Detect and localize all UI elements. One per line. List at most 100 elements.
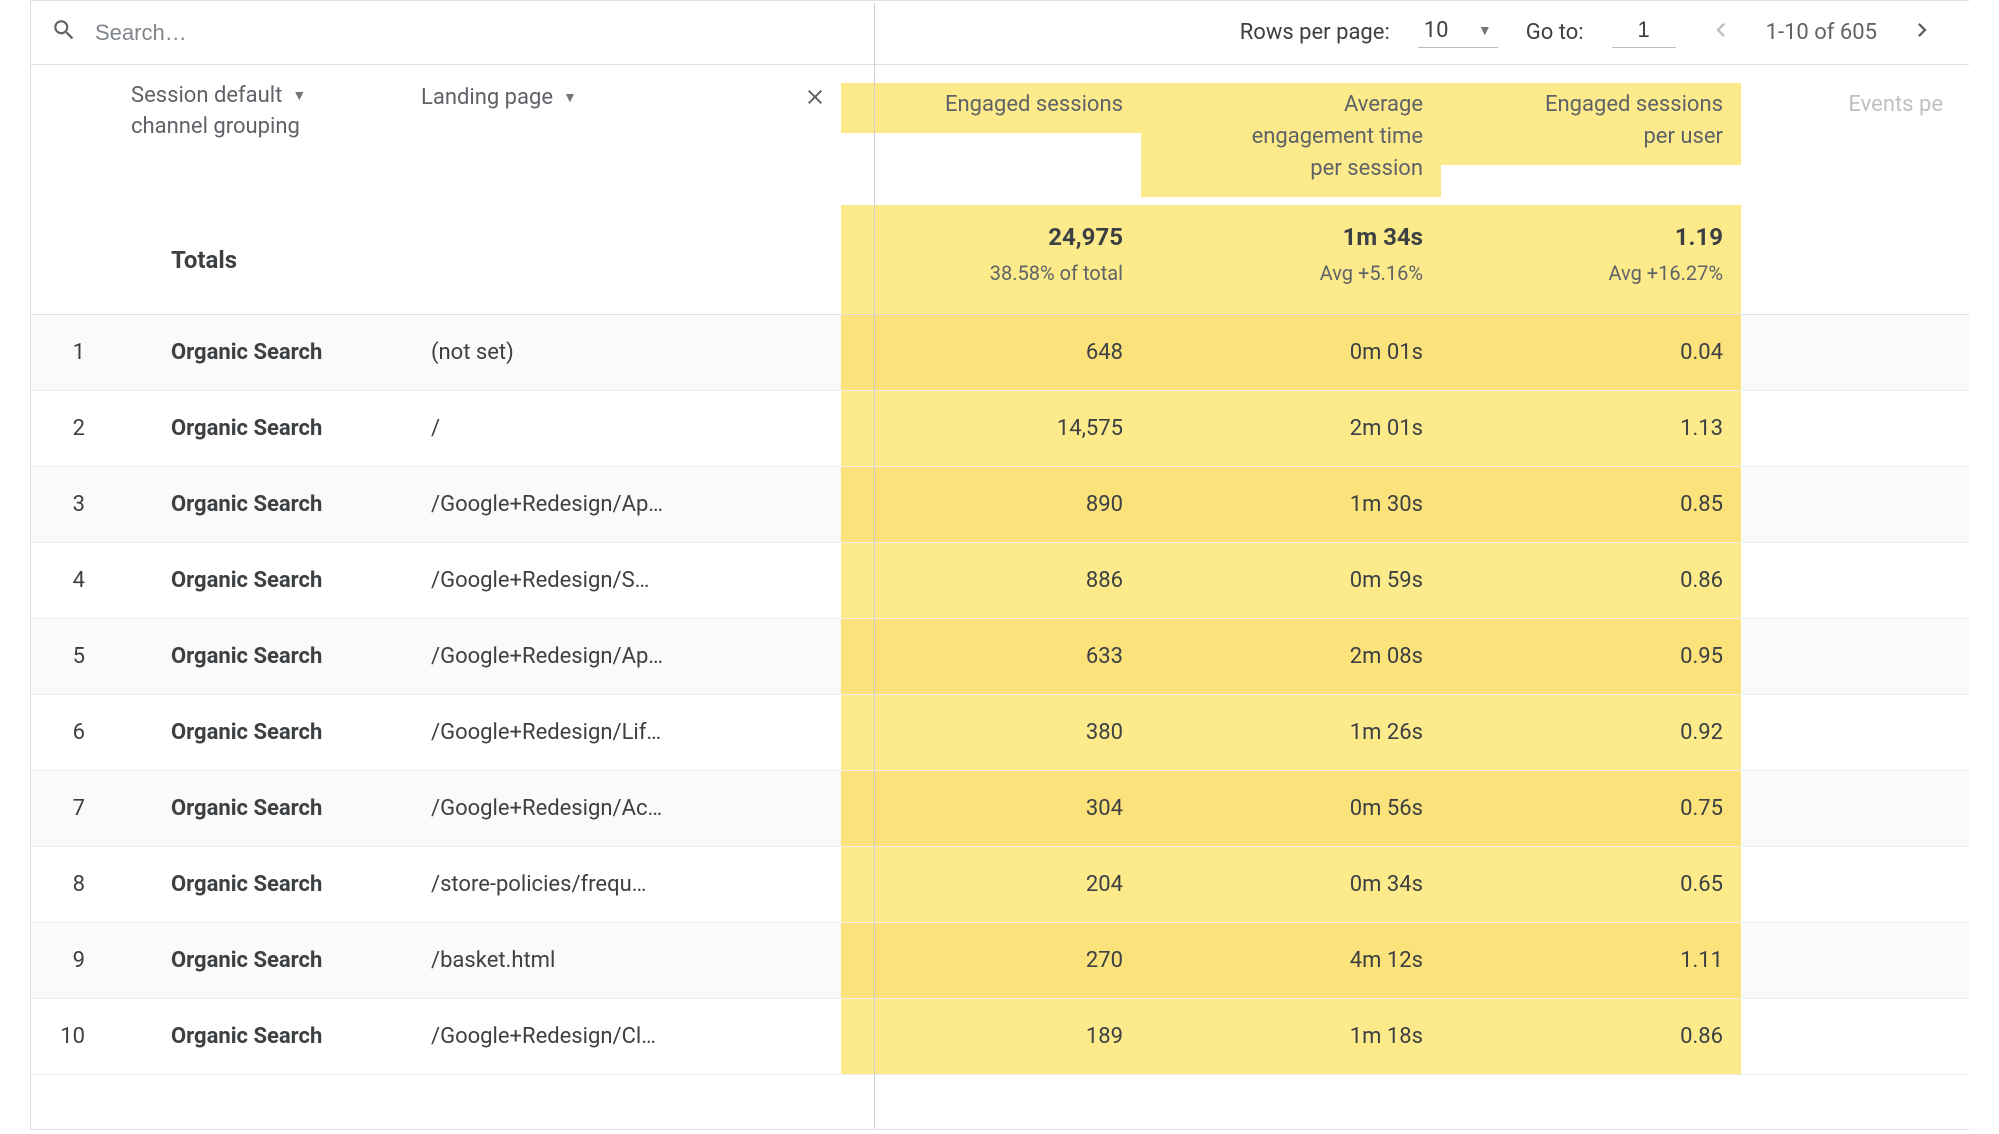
metric-header-engaged-sessions[interactable]: Engaged sessions: [841, 83, 1141, 133]
metric-header-avg-engagement-time[interactable]: Average engagement time per session: [1141, 83, 1441, 197]
row-avg-engagement-time: 1m 30s: [1141, 467, 1441, 542]
row-index: 3: [31, 492, 121, 517]
row-channel: Organic Search: [121, 796, 421, 821]
caret-down-icon: ▼: [1478, 22, 1492, 39]
row-engaged-per-user: 0.86: [1441, 999, 1741, 1074]
row-engaged-per-user: 0.92: [1441, 695, 1741, 770]
table-row[interactable]: 8Organic Search/store-policies/frequ…204…: [31, 847, 1969, 923]
row-avg-engagement-time: 0m 59s: [1141, 543, 1441, 618]
row-landing-page: /basket.html: [421, 948, 841, 973]
rows-per-page-value: 10: [1424, 18, 1449, 43]
totals-value: 1.19: [1459, 223, 1723, 251]
page-range: 1-10 of 605: [1766, 20, 1877, 45]
goto-input[interactable]: [1612, 17, 1676, 48]
row-avg-engagement-time: 1m 18s: [1141, 999, 1441, 1074]
metric-header-line: per user: [1459, 121, 1723, 153]
prev-page-button[interactable]: [1704, 16, 1738, 50]
table-row[interactable]: 5Organic Search/Google+Redesign/Ap…6332m…: [31, 619, 1969, 695]
table-row[interactable]: 2Organic Search/14,5752m 01s1.13: [31, 391, 1969, 467]
row-avg-engagement-time: 4m 12s: [1141, 923, 1441, 998]
totals-subtext: Avg +5.16%: [1159, 261, 1423, 285]
metric-header-engaged-per-user[interactable]: Engaged sessions per user: [1441, 83, 1741, 165]
remove-secondary-dimension-button[interactable]: [803, 85, 841, 114]
table-toolbar: Rows per page: 10 ▼ Go to: 1-10 of 605: [31, 1, 1969, 65]
row-channel: Organic Search: [121, 340, 421, 365]
row-engaged-per-user: 0.65: [1441, 847, 1741, 922]
table-row[interactable]: 9Organic Search/basket.html2704m 12s1.11: [31, 923, 1969, 999]
table-row[interactable]: 4Organic Search/Google+Redesign/S…8860m …: [31, 543, 1969, 619]
row-engaged-sessions: 270: [841, 923, 1141, 998]
row-index: 5: [31, 644, 121, 669]
totals-subtext: Avg +16.27%: [1459, 261, 1723, 285]
totals-value: 24,975: [859, 223, 1123, 251]
next-page-button[interactable]: [1905, 16, 1939, 50]
goto-label: Go to:: [1526, 20, 1584, 45]
metric-header-line: engagement time: [1159, 121, 1423, 153]
row-index: 10: [31, 1024, 121, 1049]
row-landing-page: /store-policies/frequ…: [421, 872, 841, 897]
caret-down-icon: ▼: [563, 89, 577, 106]
primary-dimension-label: Session default: [131, 83, 282, 108]
row-engaged-sessions: 648: [841, 315, 1141, 390]
metric-header-events-partial[interactable]: Events pe: [1741, 83, 1961, 133]
row-avg-engagement-time: 2m 08s: [1141, 619, 1441, 694]
search-wrap: [51, 17, 1240, 48]
secondary-dimension-header: Landing page ▼: [421, 83, 841, 114]
row-landing-page: /Google+Redesign/Ap…: [421, 492, 841, 517]
report-table: Rows per page: 10 ▼ Go to: 1-10 of 605 S…: [30, 0, 1969, 1130]
table-row[interactable]: 10Organic Search/Google+Redesign/Cl…1891…: [31, 999, 1969, 1075]
row-channel: Organic Search: [121, 720, 421, 745]
totals-row: Totals 24,975 38.58% of total 1m 34s Avg…: [31, 205, 1969, 315]
metric-header-line: Engaged sessions: [1459, 89, 1723, 121]
table-row[interactable]: 3Organic Search/Google+Redesign/Ap…8901m…: [31, 467, 1969, 543]
row-index: 4: [31, 568, 121, 593]
column-headers: Session default ▼ channel grouping Landi…: [31, 65, 1969, 205]
totals-subtext: 38.58% of total: [859, 261, 1123, 285]
row-index: 9: [31, 948, 121, 973]
row-landing-page: /Google+Redesign/S…: [421, 568, 841, 593]
row-channel: Organic Search: [121, 1024, 421, 1049]
primary-dimension-select[interactable]: Session default ▼: [131, 83, 306, 108]
row-engaged-sessions: 380: [841, 695, 1141, 770]
row-engaged-per-user: 0.86: [1441, 543, 1741, 618]
table-row[interactable]: 6Organic Search/Google+Redesign/Lif…3801…: [31, 695, 1969, 771]
row-engaged-sessions: 886: [841, 543, 1141, 618]
row-channel: Organic Search: [121, 948, 421, 973]
metric-header-line: Average: [1159, 89, 1423, 121]
search-icon: [51, 17, 77, 48]
row-avg-engagement-time: 0m 56s: [1141, 771, 1441, 846]
row-engaged-sessions: 204: [841, 847, 1141, 922]
row-index: 8: [31, 872, 121, 897]
row-index: 1: [31, 340, 121, 365]
rows-per-page-select[interactable]: 10 ▼: [1418, 18, 1498, 48]
table-body: 1Organic Search(not set)6480m 01s0.04 2 Or…: [31, 315, 1969, 1075]
primary-dimension-header: Session default ▼ channel grouping: [121, 83, 421, 139]
row-channel: Organic Search: [121, 492, 421, 517]
secondary-dimension-select[interactable]: Landing page ▼: [421, 85, 577, 110]
row-channel: Organic Search: [121, 644, 421, 669]
table-row[interactable]: 7Organic Search/Google+Redesign/Ac…3040m…: [31, 771, 1969, 847]
row-channel: Organic Search: [121, 872, 421, 897]
row-engaged-sessions: 189: [841, 999, 1141, 1074]
row-landing-page: /: [421, 416, 841, 441]
pagination: Rows per page: 10 ▼ Go to: 1-10 of 605: [1240, 16, 1949, 50]
row-avg-engagement-time: 1m 26s: [1141, 695, 1441, 770]
totals-value: 1m 34s: [1159, 223, 1423, 251]
totals-engaged-sessions: 24,975 38.58% of total: [841, 205, 1141, 314]
row-landing-page: /Google+Redesign/Cl…: [421, 1024, 841, 1049]
row-index: 2: [31, 416, 121, 441]
rows-per-page-label: Rows per page:: [1240, 20, 1390, 45]
caret-down-icon: ▼: [292, 87, 306, 104]
row-engaged-per-user: 0.75: [1441, 771, 1741, 846]
row-engaged-per-user: 0.95: [1441, 619, 1741, 694]
search-input[interactable]: [95, 20, 495, 46]
row-channel: Organic Search: [121, 568, 421, 593]
row-engaged-sessions: 14,575: [841, 391, 1141, 466]
row-engaged-sessions: 890: [841, 467, 1141, 542]
row-index: 7: [31, 796, 121, 821]
totals-avg-engagement-time: 1m 34s Avg +5.16%: [1141, 205, 1441, 314]
table-row[interactable]: 1Organic Search(not set)6480m 01s0.04: [31, 315, 1969, 391]
row-landing-page: /Google+Redesign/Ac…: [421, 796, 841, 821]
row-landing-page: /Google+Redesign/Lif…: [421, 720, 841, 745]
row-landing-page: (not set): [421, 340, 841, 365]
